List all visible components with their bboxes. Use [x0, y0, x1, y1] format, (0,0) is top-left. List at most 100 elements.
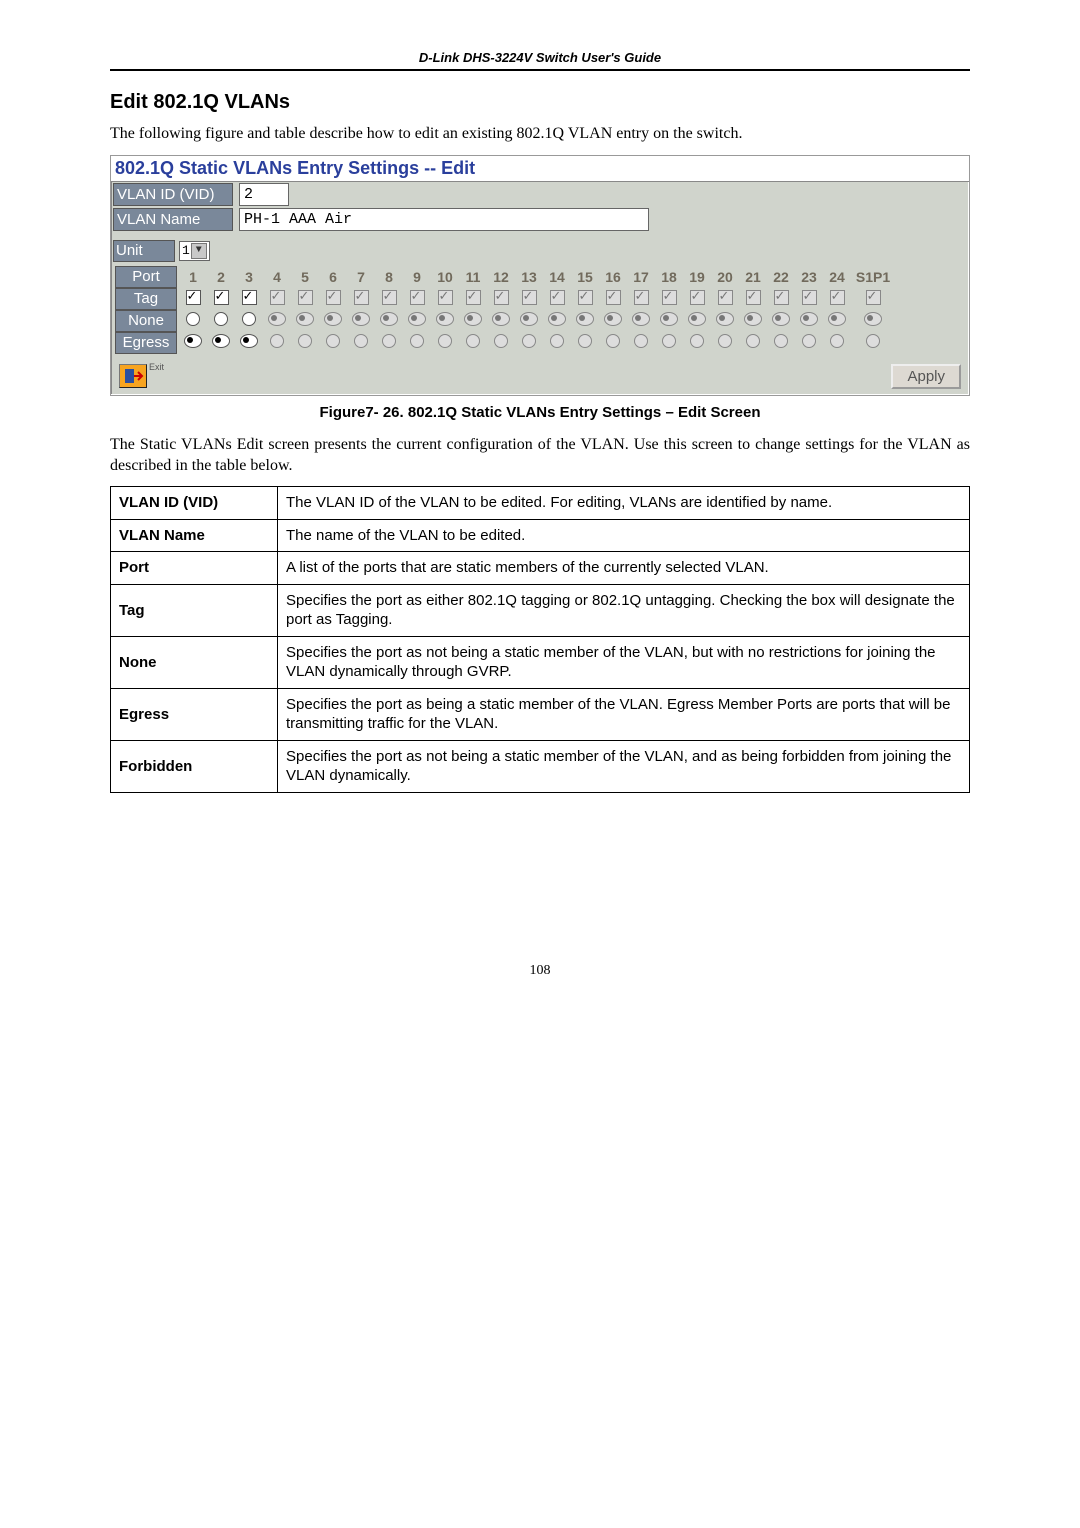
none-radio[interactable] [186, 312, 200, 326]
egress-radio[interactable] [212, 334, 230, 348]
none-radio [632, 312, 650, 326]
port-header: 6 [319, 266, 347, 288]
none-radio [492, 312, 510, 326]
none-radio [576, 312, 594, 326]
def-cell: Specifies the port as not being a static… [278, 636, 970, 688]
port-header: 7 [347, 266, 375, 288]
tag-checkbox [410, 290, 425, 305]
table-row: PortA list of the ports that are static … [111, 552, 970, 585]
port-header: 15 [571, 266, 599, 288]
exit-label: Exit [149, 362, 164, 372]
tag-checkbox[interactable] [242, 290, 257, 305]
exit-button[interactable] [119, 364, 147, 388]
egress-radio [522, 334, 536, 348]
port-header: 3 [235, 266, 263, 288]
running-header: D-Link DHS-3224V Switch User's Guide [110, 50, 970, 71]
tag-checkbox [438, 290, 453, 305]
tag-checkbox [550, 290, 565, 305]
tag-checkbox [382, 290, 397, 305]
none-radio [548, 312, 566, 326]
tag-checkbox [494, 290, 509, 305]
vid-label: VLAN ID (VID) [113, 183, 233, 206]
egress-radio [550, 334, 564, 348]
tag-checkbox[interactable] [214, 290, 229, 305]
egress-radio[interactable] [184, 334, 202, 348]
none-radio [380, 312, 398, 326]
table-row: VLAN NameThe name of the VLAN to be edit… [111, 519, 970, 552]
egress-radio[interactable] [240, 334, 258, 348]
none-radio [520, 312, 538, 326]
egress-radio [438, 334, 452, 348]
tag-checkbox [578, 290, 593, 305]
tag-checkbox [830, 290, 845, 305]
port-header: 22 [767, 266, 795, 288]
table-row: TagSpecifies the port as either 802.1Q t… [111, 584, 970, 636]
port-header: 19 [683, 266, 711, 288]
term-cell: Egress [111, 688, 278, 740]
port-header: 14 [543, 266, 571, 288]
port-header: 23 [795, 266, 823, 288]
table-row: ForbiddenSpecifies the port as not being… [111, 740, 970, 792]
port-header: 8 [375, 266, 403, 288]
tag-checkbox [690, 290, 705, 305]
none-radio[interactable] [214, 312, 228, 326]
def-cell: A list of the ports that are static memb… [278, 552, 970, 585]
tag-checkbox [866, 290, 881, 305]
none-radio [828, 312, 846, 326]
port-header: 5 [291, 266, 319, 288]
port-header: S1P1 [851, 266, 895, 288]
chevron-down-icon: ▼ [191, 243, 207, 259]
def-cell: Specifies the port as not being a static… [278, 740, 970, 792]
vlan-name-field[interactable]: PH-1 AAA Air [239, 208, 649, 231]
egress-radio [298, 334, 312, 348]
port-header: 13 [515, 266, 543, 288]
tag-checkbox [662, 290, 677, 305]
table-row: EgressSpecifies the port as being a stat… [111, 688, 970, 740]
none-radio [296, 312, 314, 326]
port-header: 9 [403, 266, 431, 288]
tag-checkbox [326, 290, 341, 305]
tag-checkbox [718, 290, 733, 305]
egress-radio [718, 334, 732, 348]
none-radio [660, 312, 678, 326]
none-label: None [115, 310, 177, 332]
none-radio [408, 312, 426, 326]
vid-field[interactable]: 2 [239, 183, 289, 206]
unit-label: Unit [113, 240, 175, 262]
egress-radio [382, 334, 396, 348]
para2: The Static VLANs Edit screen presents th… [110, 435, 970, 477]
egress-radio [466, 334, 480, 348]
tag-checkbox [802, 290, 817, 305]
port-header: 12 [487, 266, 515, 288]
none-radio [352, 312, 370, 326]
tag-checkbox [354, 290, 369, 305]
tag-checkbox [746, 290, 761, 305]
apply-button[interactable]: Apply [891, 364, 961, 389]
tag-checkbox [270, 290, 285, 305]
port-header: 4 [263, 266, 291, 288]
unit-select[interactable]: 1▼ [179, 241, 210, 261]
none-radio [436, 312, 454, 326]
tag-checkbox [634, 290, 649, 305]
egress-radio [866, 334, 880, 348]
def-cell: The VLAN ID of the VLAN to be edited. Fo… [278, 487, 970, 520]
tag-checkbox [606, 290, 621, 305]
port-header: 20 [711, 266, 739, 288]
tag-checkbox[interactable] [186, 290, 201, 305]
none-radio [772, 312, 790, 326]
egress-radio [410, 334, 424, 348]
egress-radio [830, 334, 844, 348]
term-cell: None [111, 636, 278, 688]
egress-radio [326, 334, 340, 348]
term-cell: VLAN Name [111, 519, 278, 552]
egress-radio [690, 334, 704, 348]
port-header: 18 [655, 266, 683, 288]
table-row: VLAN ID (VID)The VLAN ID of the VLAN to … [111, 487, 970, 520]
port-header: 17 [627, 266, 655, 288]
figure-caption: Figure7- 26. 802.1Q Static VLANs Entry S… [110, 404, 970, 421]
none-radio [716, 312, 734, 326]
egress-radio [354, 334, 368, 348]
tag-checkbox [298, 290, 313, 305]
none-radio[interactable] [242, 312, 256, 326]
port-header: 21 [739, 266, 767, 288]
